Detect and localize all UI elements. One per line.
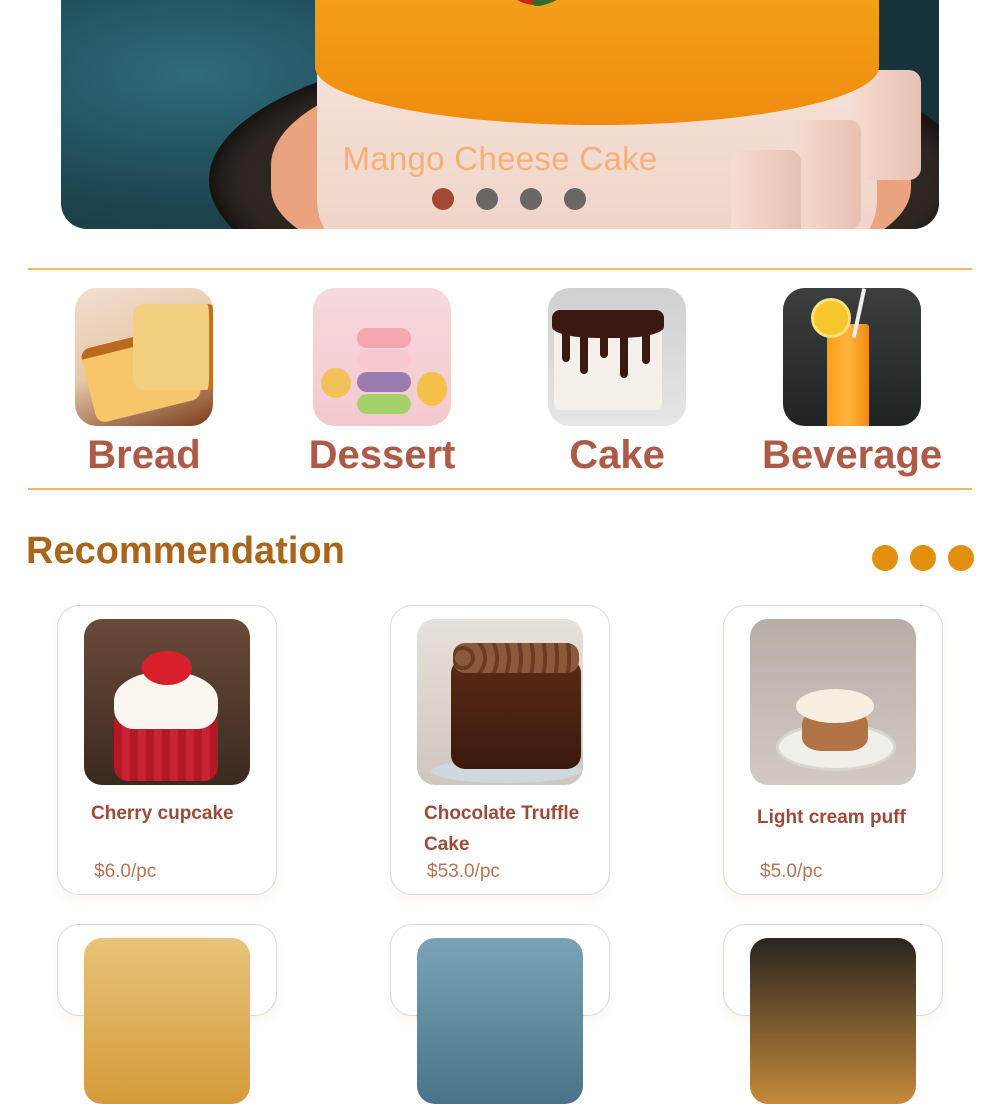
category-bread[interactable]: Bread [54,288,234,478]
hero-caption: Mango Cheese Cake [342,140,658,177]
category-beverage[interactable]: Beverage [762,288,942,478]
carousel-dot-1[interactable] [432,188,454,210]
carousel-dot-3[interactable] [520,188,542,210]
more-dot-icon [872,545,898,571]
category-label: Beverage [762,433,943,477]
cupcake-image [84,619,250,785]
recommendation-title: Recommendation [26,530,345,572]
product-card-partial[interactable] [723,924,943,1104]
product-image [750,938,916,1104]
orange-juice-image [783,288,921,426]
bread-image [75,288,213,426]
product-image [417,938,583,1104]
product-name: Cherry cupcake [91,803,234,824]
hero-banner[interactable]: Mango Cheese Cake [61,0,939,229]
cream-puff-image [750,619,916,785]
product-name: Chocolate Truffle Cake [424,803,580,855]
mango-glaze [315,0,879,125]
product-price: $5.0/pc [760,861,823,882]
macaron-image [313,288,451,426]
category-cake[interactable]: Cake [527,288,707,478]
product-price: $53.0/pc [427,861,500,882]
category-label: Cake [569,433,665,477]
carousel-dots [432,188,586,210]
product-price: $6.0/pc [94,861,157,882]
more-dot-icon [910,545,936,571]
more-dot-icon [948,545,974,571]
truffle-cake-image [417,619,583,785]
category-label: Bread [87,433,201,477]
category-divider-top [28,268,972,270]
product-card-light-cream-puff[interactable]: Light cream puff $5.0/pc [723,605,943,895]
carousel-dot-4[interactable] [564,188,586,210]
category-dessert[interactable]: Dessert [292,288,472,478]
category-divider-bottom [28,488,972,490]
product-card-partial[interactable] [390,924,610,1104]
product-name: Light cream puff [757,807,906,828]
product-image [84,938,250,1104]
more-options-button[interactable] [872,545,974,571]
product-card-chocolate-truffle-cake[interactable]: Chocolate Truffle Cake $53.0/pc [390,605,610,895]
product-card-partial[interactable] [57,924,277,1104]
carousel-dot-2[interactable] [476,188,498,210]
cake-image [548,288,686,426]
product-card-cherry-cupcake[interactable]: Cherry cupcake $6.0/pc [57,605,277,895]
category-label: Dessert [308,433,456,477]
